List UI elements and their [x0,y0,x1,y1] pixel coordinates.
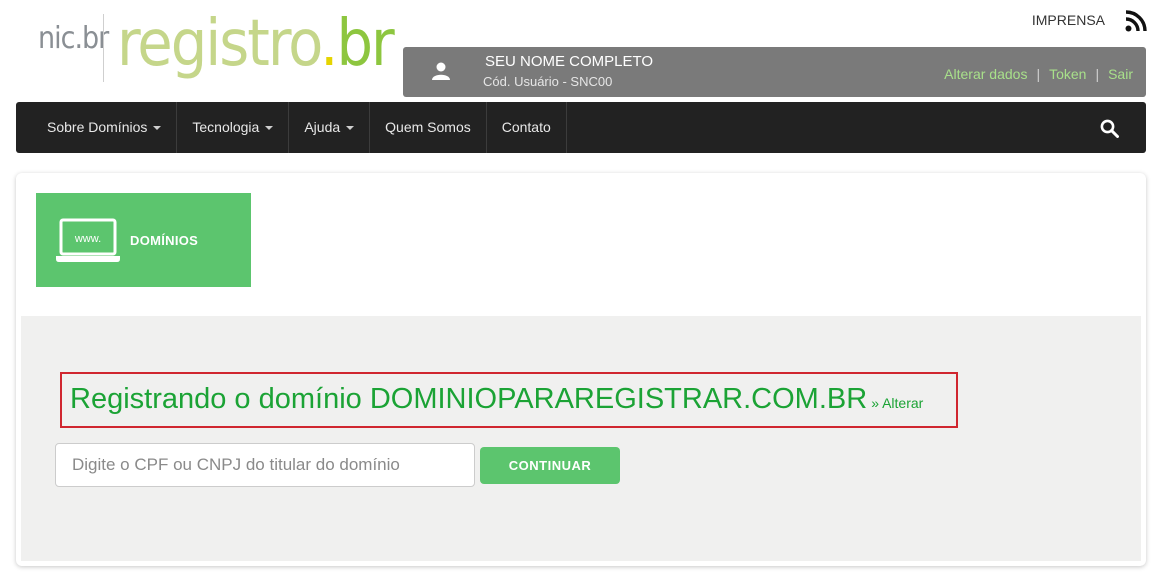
logo-divider [103,14,104,82]
nav-item-label: Tecnologia [192,119,260,135]
imprensa-link[interactable]: IMPRENSA [1032,12,1105,28]
link-separator: | [1036,66,1041,82]
nav-item-label: Quem Somos [385,119,471,135]
nav-item-label: Contato [501,119,551,135]
registration-title: Registrando o domínio DOMINIOPARAREGISTR… [70,383,923,416]
user-bar: SEU NOME COMPLETO Cód. Usuário - SNC00 A… [403,47,1146,97]
caret-down-icon [153,126,162,131]
sair-link[interactable]: Sair [1108,66,1133,82]
nav-item-contato[interactable]: Contato [487,102,567,153]
user-links: Alterar dados | Token | Sair [944,66,1133,82]
cpf-cnpj-input[interactable] [55,443,475,487]
user-icon [432,62,450,80]
nav-item-label: Ajuda [304,119,341,135]
alterar-domain-link[interactable]: » Alterar [871,395,923,411]
token-link[interactable]: Token [1049,66,1086,82]
link-separator: | [1095,66,1100,82]
nav-item-ajuda[interactable]: Ajuda [289,102,371,153]
logo-br-text: br [336,7,394,81]
search-icon[interactable] [1100,119,1119,138]
registrobr-logo[interactable]: registro.br [117,6,395,82]
laptop-www-icon: www. [56,218,120,262]
dominios-tile[interactable]: www. DOMÍNIOS [36,193,251,287]
rss-icon[interactable] [1125,10,1147,32]
nav-item-label: Sobre Domínios [47,119,148,135]
nav-item-tecnologia[interactable]: Tecnologia [177,102,290,153]
logo-registro-text: registro [117,7,322,81]
registration-area: Registrando o domínio DOMINIOPARAREGISTR… [21,316,1141,561]
logo-dot: . [320,7,338,81]
registration-title-text: Registrando o domínio DOMINIOPARAREGISTR… [70,383,868,415]
nav-item-sobre-dominios[interactable]: Sobre Domínios [16,102,178,153]
alterar-dados-link[interactable]: Alterar dados [944,66,1027,82]
caret-down-icon [346,126,355,131]
user-code: Cód. Usuário - SNC00 [483,74,613,89]
caret-down-icon [265,126,274,131]
nav-item-quem-somos[interactable]: Quem Somos [370,102,487,153]
dominios-label: DOMÍNIOS [130,233,199,248]
laptop-www-text: www. [74,233,101,245]
content-panel: www. DOMÍNIOS Registrando o domínio DOMI… [16,173,1146,566]
continue-button[interactable]: CONTINUAR [480,447,620,484]
nicbr-logo[interactable]: nic.br [38,22,109,56]
main-navbar: Sobre Domínios Tecnologia Ajuda Quem Som… [16,102,1146,153]
registration-highlight-box: Registrando o domínio DOMINIOPARAREGISTR… [60,372,958,428]
user-name: SEU NOME COMPLETO [485,53,654,70]
